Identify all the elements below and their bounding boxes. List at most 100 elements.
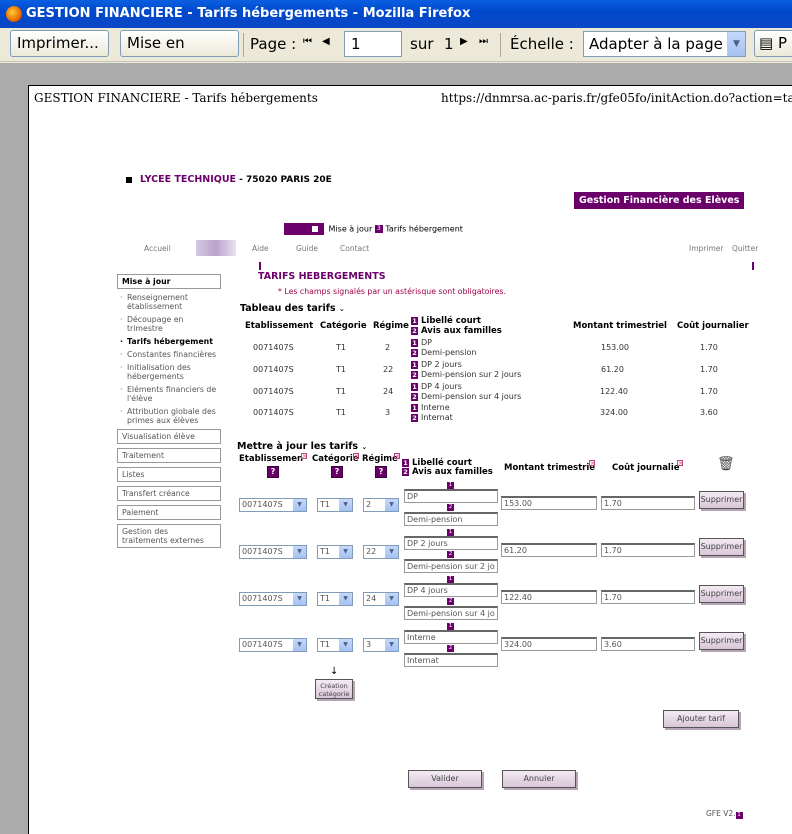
help-icon[interactable]: ? [331, 466, 343, 478]
delete-row-button[interactable]: Supprimer [699, 585, 744, 603]
cell-cat: T1 [336, 343, 346, 352]
lib-court-input[interactable]: Interne [404, 630, 498, 644]
nav-help-link[interactable]: Aide [252, 244, 269, 253]
delete-row-button[interactable]: Supprimer [699, 491, 744, 509]
breadcrumb-step-number: 3 [374, 225, 383, 233]
cout-input[interactable]: 1.70 [601, 496, 695, 510]
previous-page-icon[interactable]: ◀ [322, 36, 330, 47]
field-number-tag: 2 [447, 598, 454, 605]
validate-button[interactable]: Valider [408, 770, 482, 788]
montant-input[interactable]: 153.00 [501, 496, 597, 510]
etab-select[interactable]: 0071407S ▼ [239, 545, 307, 559]
page-title: TARIFS HEBERGEMENTS [258, 271, 386, 282]
sidebar-item-traitements-externes[interactable]: Gestion des traitements externes [117, 524, 221, 548]
nav-home-link[interactable]: Accueil [144, 244, 171, 253]
lib-avis-input[interactable]: Internat [404, 653, 498, 667]
sidebar-subitem[interactable]: Constantes financières [117, 350, 221, 359]
content-corner-marker [752, 262, 754, 270]
page-total: 1 [444, 35, 454, 53]
last-page-icon[interactable]: ⏭ [479, 36, 488, 47]
add-tariff-button[interactable]: Ajouter tarif [663, 710, 739, 728]
cell-etab: 0071407S [253, 365, 294, 374]
cout-input[interactable]: 1.70 [601, 543, 695, 557]
sidebar-item-listes[interactable]: Listes [117, 467, 221, 482]
cat-select[interactable]: T1 ▼ [317, 638, 353, 652]
create-category-button[interactable]: Création catégorie [315, 679, 353, 699]
montant-input[interactable]: 122.40 [501, 590, 597, 604]
cell-lib1: 1 DP 4 jours [411, 382, 462, 391]
update-header-montant: Montant trimestrie [504, 463, 596, 473]
sidebar-item-traitement[interactable]: Traitement [117, 448, 221, 463]
regime-select[interactable]: 3 ▼ [363, 638, 399, 652]
cat-select[interactable]: T1 ▼ [317, 498, 353, 512]
cell-regime: 3 [385, 408, 391, 417]
lib-court-input[interactable]: DP 2 jours [404, 536, 498, 550]
scale-select[interactable]: Adapter à la page ▼ [583, 31, 746, 57]
scale-label: Échelle : [510, 35, 574, 53]
user-banner-image [196, 240, 236, 256]
page-setup-button[interactable]: Mise en page... [120, 30, 239, 77]
lib-court-input[interactable]: DP [404, 489, 498, 503]
regime-select[interactable]: 22 ▼ [363, 545, 399, 559]
sidebar-subitem[interactable]: Initialisation des hébergements [117, 363, 221, 381]
montant-input[interactable]: 61.20 [501, 543, 597, 557]
chevron-down-icon[interactable]: ▼ [727, 32, 745, 56]
printed-page: GESTION FINANCIERE - Tarifs hébergements… [28, 85, 792, 834]
lib-avis-input[interactable]: Demi-pension [404, 512, 498, 526]
chevron-down-icon[interactable]: ⌄ [339, 305, 345, 313]
etab-select[interactable]: 0071407S ▼ [239, 498, 307, 512]
first-page-icon[interactable]: ⏮ [303, 36, 312, 47]
cout-input[interactable]: 1.70 [601, 590, 695, 604]
cat-select[interactable]: T1 ▼ [317, 592, 353, 606]
sidebar-subitem-active[interactable]: Tarifs hébergement [117, 337, 221, 346]
field-number-tag: 2 [447, 551, 454, 558]
sidebar-item-transfert[interactable]: Transfert créance [117, 486, 221, 501]
delete-row-button[interactable]: Supprimer [699, 632, 744, 650]
help-icon[interactable]: ? [375, 466, 387, 478]
nav-print-link[interactable]: Imprimer [689, 244, 723, 253]
breadcrumb: Mise à jour 3 Tarifs hébergement [284, 223, 463, 235]
print-preview-area: GESTION FINANCIERE - Tarifs hébergements… [0, 63, 792, 834]
regime-select[interactable]: 24 ▼ [363, 592, 399, 606]
help-icon[interactable]: ? [267, 466, 279, 478]
school-heading: LYCEE TECHNIQUE - 75020 PARIS 20E [126, 174, 332, 185]
cell-cout: 1.70 [700, 387, 718, 396]
cell-etab: 0071407S [253, 387, 294, 396]
next-page-icon[interactable]: ▶ [460, 36, 468, 47]
print-button[interactable]: Imprimer... [10, 30, 109, 57]
montant-input[interactable]: 324.00 [501, 637, 597, 651]
cell-etab: 0071407S [253, 343, 294, 352]
cell-regime: 24 [383, 387, 394, 396]
nav-guide-link[interactable]: Guide [296, 244, 318, 253]
cat-select[interactable]: T1 ▼ [317, 545, 353, 559]
toolbar-overflow-button[interactable]: ▤ P [754, 30, 792, 57]
update-header-etab: Etablissemen [239, 454, 304, 464]
regime-select[interactable]: 2 ▼ [363, 498, 399, 512]
lib-court-input[interactable]: DP 4 jours [404, 583, 498, 597]
nav-contact-link[interactable]: Contact [340, 244, 369, 253]
page-number-input[interactable]: 1 [344, 31, 402, 57]
cell-lib2: 2 Demi-pension [411, 348, 477, 357]
cout-input[interactable]: 3.60 [601, 637, 695, 651]
sidebar-item-visualisation[interactable]: Visualisation élève [117, 429, 221, 444]
etab-select[interactable]: 0071407S ▼ [239, 592, 307, 606]
trash-icon[interactable]: 🗑 [717, 456, 735, 472]
sidebar-item-mise-a-jour[interactable]: Mise à jour [117, 274, 221, 289]
delete-row-button[interactable]: Supprimer [699, 538, 744, 556]
sidebar-subitem[interactable]: Attribution globale des primes aux élève… [117, 407, 221, 425]
lib-avis-input[interactable]: Demi-pension sur 4 jo [404, 606, 498, 620]
lib-avis-input[interactable]: Demi-pension sur 2 jo [404, 559, 498, 573]
sidebar-item-paiement[interactable]: Paiement [117, 505, 221, 520]
chevron-down-icon[interactable]: ⌄ [361, 443, 367, 451]
field-number-tag: 1 [447, 576, 454, 583]
sidebar-subitem[interactable]: Eléments financiers de l'élève [117, 385, 221, 403]
school-suffix: - 75020 PARIS 20E [236, 175, 332, 185]
school-name: LYCEE TECHNIQUE [140, 174, 237, 185]
etab-select[interactable]: 0071407S ▼ [239, 638, 307, 652]
breadcrumb-level1[interactable]: Mise à jour [329, 225, 373, 234]
cancel-button[interactable]: Annuler [502, 770, 576, 788]
tariff-table-title: Tableau des tarifs ⌄ [240, 303, 345, 314]
sidebar-subitem[interactable]: Découpage en trimestre [117, 315, 221, 333]
sidebar-subitem[interactable]: Renseignement établissement [117, 293, 221, 311]
nav-quit-link[interactable]: Quitter [732, 244, 758, 253]
